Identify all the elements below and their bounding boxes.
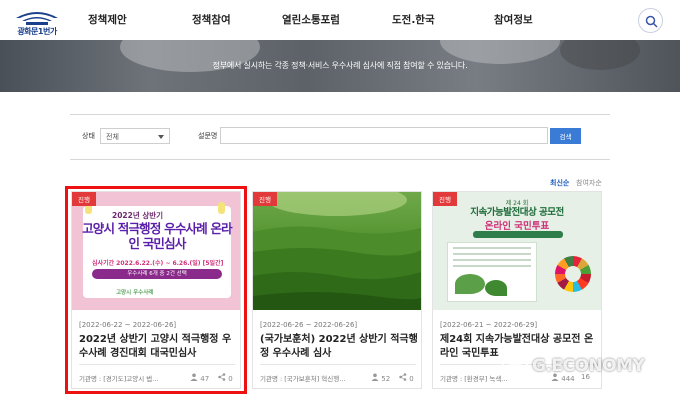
- watermark-text: G.ECONOMY: [532, 356, 645, 376]
- banner-description: 정부에서 실시하는 각종 정책·서비스 우수사례 심사에 직접 참여할 수 있습…: [212, 61, 468, 70]
- status-select-value: 전체: [106, 133, 119, 141]
- main-nav: 정책제안 정책참여 열린소통포럼 도전.한국 참여정보: [70, 0, 590, 40]
- thumb-edition: 제 24 회: [505, 200, 529, 207]
- person-icon: [371, 373, 379, 381]
- nav-policy-proposal[interactable]: 정책제안: [88, 12, 127, 27]
- leaf-icon: [485, 280, 507, 296]
- header-search-button[interactable]: [638, 8, 663, 33]
- card-thumbnail: [253, 192, 421, 310]
- search-icon: [645, 15, 658, 28]
- search-submit-button[interactable]: 검색: [550, 128, 581, 144]
- nav-open-forum[interactable]: 열린소통포럼: [282, 12, 340, 27]
- leaf-icon: [455, 274, 485, 294]
- site-header: 광화문1번가 정책제안 정책참여 열린소통포럼 도전.한국 참여정보: [0, 0, 680, 40]
- hero-banner: 정부에서 실시하는 각종 정책·서비스 우수사례 심사에 직접 참여할 수 있습…: [0, 40, 680, 92]
- survey-card-2[interactable]: 진행 [2022-06-26 ~ 2022-06-26] (국가보훈처) 202…: [252, 191, 422, 389]
- share-icon: [399, 373, 407, 381]
- gwanghwamun-logo-icon: [16, 12, 58, 25]
- status-badge: 진행: [433, 192, 457, 206]
- filter-box: 상태 전체 설문명 검색: [70, 114, 610, 160]
- status-badge: 진행: [253, 192, 277, 206]
- thumb-subheadline: 온라인 국민투표: [484, 221, 550, 232]
- tea-field-image: [253, 192, 421, 310]
- watermark-logo-icon: [502, 355, 528, 379]
- status-label: 상태: [82, 132, 95, 140]
- survey-name-input[interactable]: [220, 127, 548, 144]
- shares-count: 0: [399, 373, 414, 383]
- search-area: 상태 전체 설문명 검색: [0, 92, 680, 180]
- card-date: [2022-06-21 ~ 2022-06-29]: [440, 321, 538, 329]
- sdg-wheel-icon: [555, 256, 591, 292]
- card-thumbnail: 제 24 회 지속가능발전대상 공모전 온라인 국민투표: [433, 192, 601, 310]
- nav-policy-participation[interactable]: 정책참여: [192, 12, 231, 27]
- logo-text: 광화문1번가: [17, 27, 57, 36]
- thumb-headline: 지속가능발전대상 공모전: [470, 207, 564, 218]
- nav-challenge-korea[interactable]: 도전.한국: [392, 12, 435, 27]
- card-date: [2022-06-26 ~ 2022-06-26]: [260, 321, 358, 329]
- nav-participation-info[interactable]: 참여정보: [494, 12, 533, 27]
- site-logo[interactable]: 광화문1번가: [8, 4, 66, 38]
- chevron-down-icon: [158, 135, 164, 139]
- card-org: 기관명 : [국가보훈처] 혁신행...: [260, 375, 346, 383]
- watermark: G.ECONOMY: [498, 352, 678, 382]
- sort-participants[interactable]: 참여자순: [576, 178, 602, 188]
- highlight-box: [65, 186, 247, 394]
- likes-count: 52: [371, 373, 390, 383]
- status-select[interactable]: 전체: [100, 128, 170, 144]
- survey-name-label: 설문명: [198, 132, 218, 140]
- card-title[interactable]: (국가보훈처) 2022년 상반기 적극행정 우수사례 심사: [260, 333, 418, 361]
- sort-latest[interactable]: 최신순: [550, 178, 569, 188]
